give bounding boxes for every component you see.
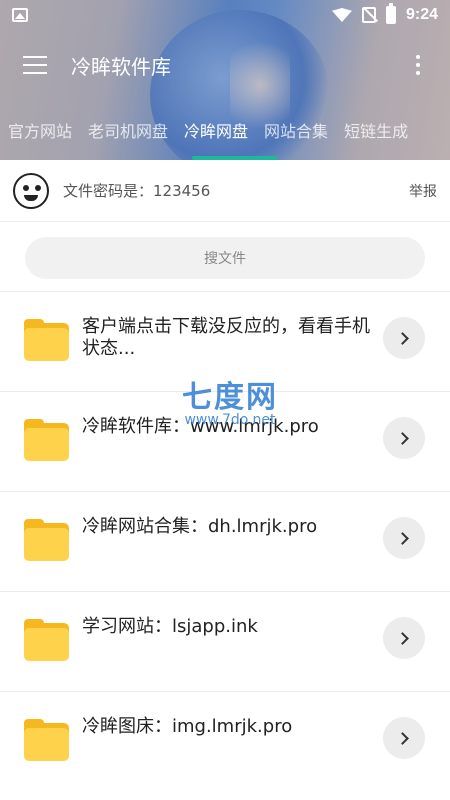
tab-official-site[interactable]: 官方网站: [0, 118, 80, 142]
chevron-right-icon: [395, 431, 409, 445]
folder-icon: [24, 319, 69, 361]
list-item[interactable]: 学习网站：lsjapp.ink: [0, 591, 450, 691]
search-label: 搜文件: [204, 251, 246, 267]
more-options-icon[interactable]: [416, 55, 420, 75]
open-item-button[interactable]: [383, 517, 425, 559]
tab-site-collection[interactable]: 网站合集: [256, 118, 336, 142]
app-title: 冷眸软件库: [71, 54, 171, 79]
file-name: 学习网站：lsjapp.ink: [82, 616, 258, 637]
open-item-button[interactable]: [383, 617, 425, 659]
folder-icon: [24, 719, 69, 761]
tab-bar: 官方网站 老司机网盘 冷眸网盘 网站合集 短链生成: [0, 110, 450, 150]
list-item[interactable]: 冷眸图床：img.lmrjk.pro: [0, 691, 450, 791]
open-item-button[interactable]: [383, 417, 425, 459]
chevron-right-icon: [395, 731, 409, 745]
folder-icon: [24, 419, 69, 461]
folder-icon: [24, 519, 69, 561]
chevron-right-icon: [395, 531, 409, 545]
file-name: 冷眸软件库：www.lmrjk.pro: [82, 416, 319, 437]
file-password-text: 文件密码是：123456: [63, 182, 211, 200]
status-bar: 9:24: [0, 0, 450, 30]
list-item[interactable]: 客户端点击下载没反应的，看看手机状态...: [0, 291, 450, 391]
tab-short-link[interactable]: 短链生成: [336, 118, 416, 142]
file-name: 冷眸图床：img.lmrjk.pro: [82, 716, 293, 737]
no-sim-icon: [361, 7, 376, 23]
tab-lengmou-disk[interactable]: 冷眸网盘: [176, 118, 256, 142]
chevron-right-icon: [395, 631, 409, 645]
report-button[interactable]: 举报: [409, 181, 437, 201]
password-row: 文件密码是：123456 举报: [0, 160, 450, 222]
battery-icon: [385, 3, 396, 24]
open-item-button[interactable]: [383, 717, 425, 759]
app-toolbar: 冷眸软件库: [0, 40, 450, 90]
menu-icon[interactable]: [23, 56, 47, 74]
avatar[interactable]: [13, 172, 49, 209]
image-notification-icon: [12, 8, 28, 22]
search-file-button[interactable]: 搜文件: [25, 237, 425, 279]
wifi-icon: [331, 8, 352, 22]
open-item-button[interactable]: [383, 317, 425, 359]
file-list: 客户端点击下载没反应的，看看手机状态... 冷眸软件库：www.lmrjk.pr…: [0, 291, 450, 791]
list-item[interactable]: 冷眸网站合集：dh.lmrjk.pro: [0, 491, 450, 591]
chevron-right-icon: [395, 331, 409, 345]
file-name: 冷眸网站合集：dh.lmrjk.pro: [82, 516, 318, 537]
header-banner: 9:24 冷眸软件库 官方网站 老司机网盘 冷眸网盘 网站合集 短链生成: [0, 0, 450, 160]
folder-icon: [24, 619, 69, 661]
clock: 9:24: [405, 6, 438, 23]
tab-driver-disk[interactable]: 老司机网盘: [80, 118, 176, 142]
list-item[interactable]: 冷眸软件库：www.lmrjk.pro: [0, 391, 450, 491]
file-name: 客户端点击下载没反应的，看看手机状态...: [82, 316, 370, 359]
